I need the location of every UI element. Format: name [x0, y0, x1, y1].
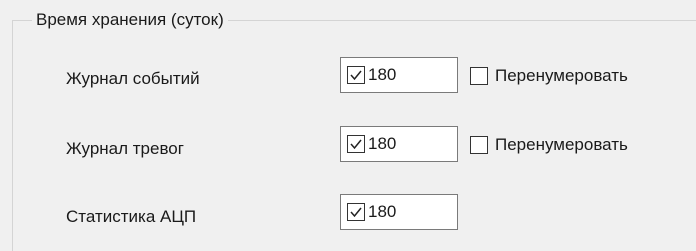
event-log-renumber-box[interactable]	[470, 67, 488, 85]
event-log-renumber-label: Перенумеровать	[495, 66, 628, 85]
alarm-log-label: Журнал тревог	[66, 139, 184, 158]
checkmark-icon	[350, 70, 362, 81]
checkmark-icon	[350, 207, 362, 218]
event-log-label: Журнал событий	[66, 69, 200, 88]
event-log-enable-checkbox[interactable]	[347, 66, 365, 84]
event-log-days-value: 180	[368, 65, 397, 84]
event-log-days-field[interactable]: 180	[340, 57, 458, 93]
adc-stats-days-value: 180	[368, 202, 397, 221]
adc-stats-enable-checkbox[interactable]	[347, 203, 365, 221]
groupbox-title: Время хранения (суток)	[32, 8, 228, 32]
alarm-log-renumber-label: Перенумеровать	[495, 135, 628, 154]
alarm-log-days-field[interactable]: 180	[340, 126, 458, 162]
alarm-log-enable-checkbox[interactable]	[347, 135, 365, 153]
alarm-log-renumber-box[interactable]	[470, 136, 488, 154]
checkmark-icon	[350, 139, 362, 150]
retention-settings-panel: Время хранения (суток) Журнал событий 18…	[0, 0, 696, 251]
adc-stats-days-field[interactable]: 180	[340, 194, 458, 230]
adc-stats-label: Статистика АЦП	[66, 207, 197, 226]
alarm-log-days-value: 180	[368, 134, 397, 153]
